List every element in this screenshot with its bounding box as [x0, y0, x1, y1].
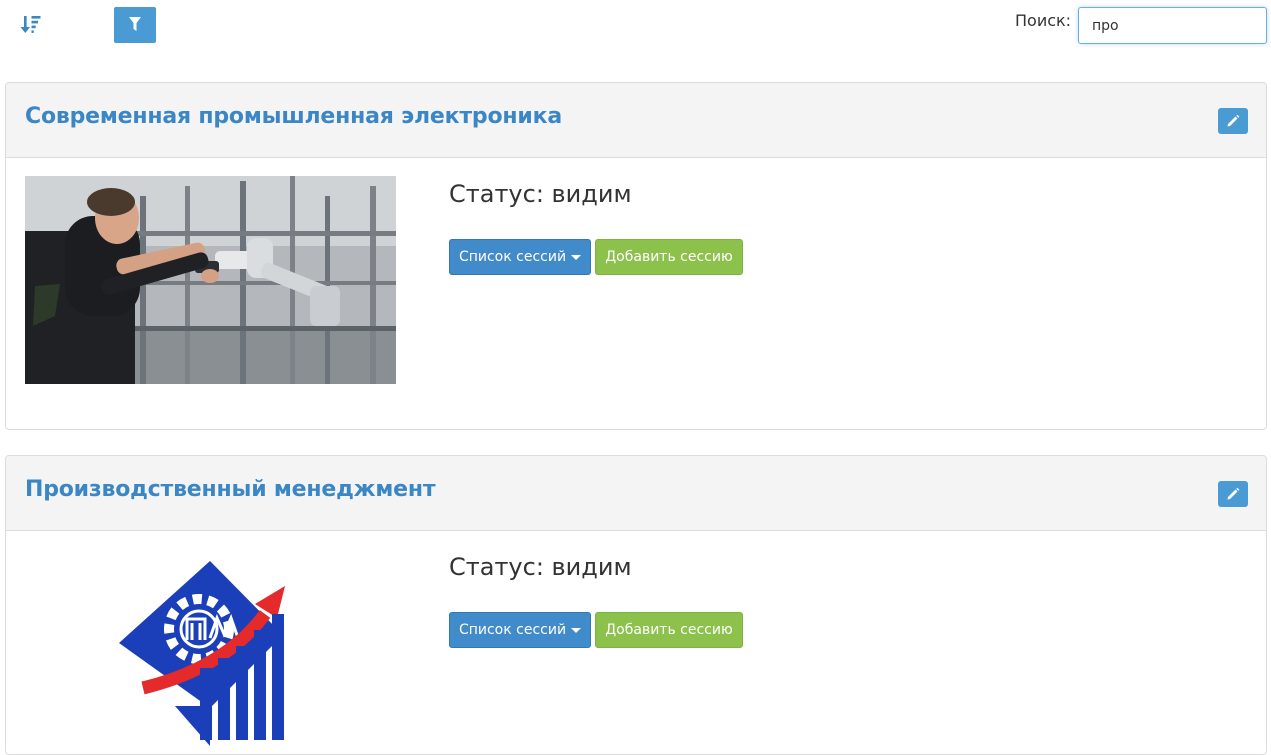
course-card: Производственный менеджмент Статус: види… — [5, 455, 1267, 755]
filter-icon — [129, 17, 141, 31]
add-session-button[interactable]: Добавить сессию — [595, 612, 743, 648]
edit-course-button[interactable] — [1218, 108, 1248, 134]
course-image — [25, 176, 396, 384]
search-input[interactable] — [1078, 7, 1267, 44]
pencil-icon — [1227, 114, 1240, 127]
course-status: Статус: видим — [449, 180, 632, 208]
search-label: Поиск: — [1015, 11, 1072, 30]
pencil-icon — [1227, 487, 1240, 500]
course-title[interactable]: Производственный менеджмент — [25, 477, 436, 502]
caret-down-icon — [571, 254, 582, 260]
course-title[interactable]: Современная промышленная электроника — [25, 104, 562, 129]
sessions-list-dropdown[interactable]: Список сессий — [449, 612, 591, 648]
course-card-header: Производственный менеджмент — [6, 456, 1266, 531]
course-status: Статус: видим — [449, 553, 632, 581]
sort-button[interactable] — [14, 10, 48, 42]
course-card-header: Современная промышленная электроника — [6, 83, 1266, 158]
filter-button[interactable] — [114, 7, 156, 43]
course-logo — [119, 561, 285, 746]
sessions-list-label: Список сессий — [458, 622, 567, 638]
caret-down-icon — [571, 627, 582, 633]
add-session-label: Добавить сессию — [605, 622, 733, 638]
course-card: Современная промышленная электроника Ста… — [5, 82, 1267, 430]
sessions-list-dropdown[interactable]: Список сессий — [449, 239, 591, 275]
add-session-button[interactable]: Добавить сессию — [595, 239, 743, 275]
edit-course-button[interactable] — [1218, 481, 1248, 507]
toolbar: Поиск: — [0, 0, 1271, 50]
sort-amount-down-icon — [20, 16, 41, 33]
sessions-list-label: Список сессий — [458, 249, 567, 265]
add-session-label: Добавить сессию — [605, 249, 733, 265]
